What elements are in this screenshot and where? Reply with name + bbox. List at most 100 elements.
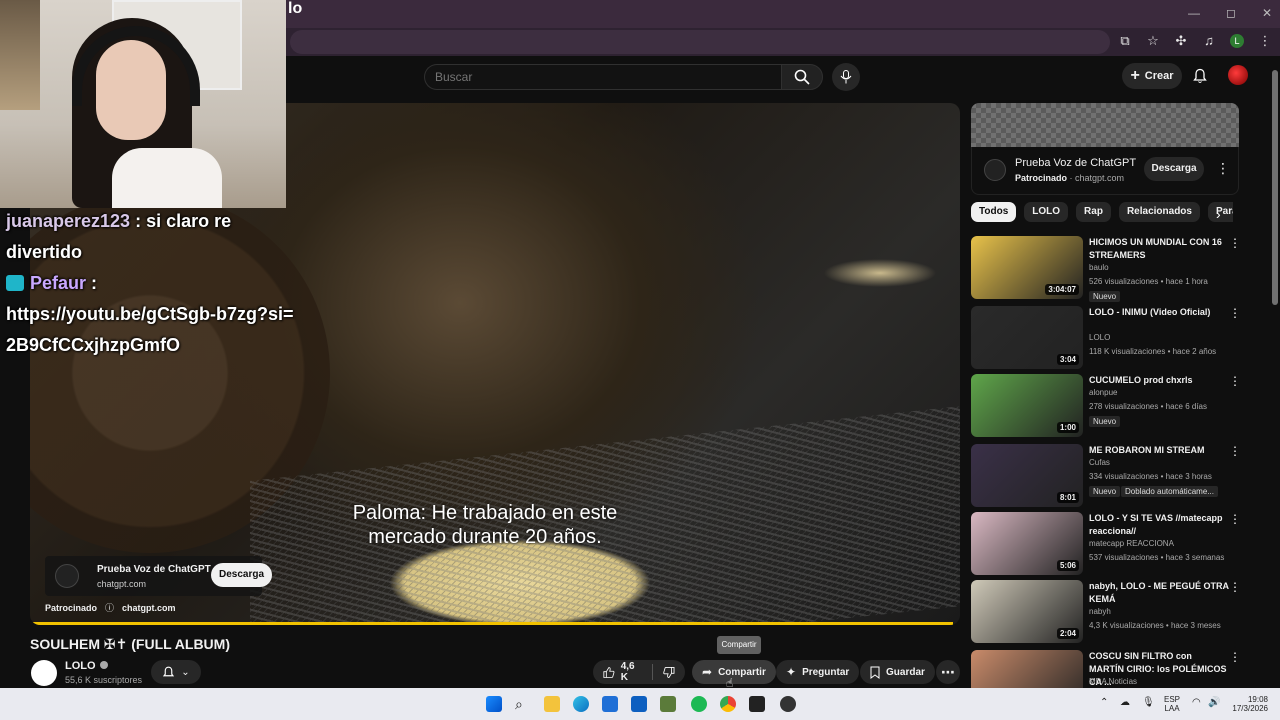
video-thumbnail[interactable]: 1:00 xyxy=(971,374,1083,437)
notifications-bell-icon[interactable] xyxy=(1192,68,1208,84)
video-progress-bar[interactable] xyxy=(30,622,954,625)
subscription-bell-button[interactable]: ⌄ xyxy=(151,660,201,684)
recommendation-item[interactable]: 1:00 CUCUMELO prod chxrls alonpue 278 visua… xyxy=(971,374,1241,438)
minecraft-icon[interactable] xyxy=(660,696,676,712)
chip-relacionados[interactable]: Relacionados xyxy=(1118,202,1200,222)
app-icon[interactable] xyxy=(780,696,796,712)
extensions-icon[interactable]: ✣ xyxy=(1174,34,1188,48)
search-input[interactable] xyxy=(424,64,782,90)
thumbs-down-icon[interactable] xyxy=(663,666,675,679)
recommendation-title[interactable]: nabyh, LOLO - ME PEGUÉ OTRA KEMÁ xyxy=(1089,580,1229,606)
sidebar-ad-info[interactable]: Prueba Voz de ChatGPT Patrocinado · chat… xyxy=(971,147,1239,195)
more-options-icon[interactable]: ⋮ xyxy=(1229,512,1241,526)
file-explorer-icon[interactable] xyxy=(544,696,560,712)
sparkle-icon: ✦ xyxy=(786,665,797,679)
channel-name[interactable]: LOLO xyxy=(65,660,108,672)
more-actions-button[interactable]: ⋯ xyxy=(936,660,960,684)
webcam-person-shirt xyxy=(112,148,222,208)
microphone-icon[interactable]: 🎙 xyxy=(1142,698,1155,708)
video-thumbnail[interactable]: 3:04 xyxy=(971,306,1083,369)
recommendation-item[interactable]: 3:04:07 HICIMOS UN MUNDIAL CON 16 STREAME… xyxy=(971,236,1241,302)
ad-footer-domain[interactable]: chatgpt.com xyxy=(122,603,176,613)
recommendation-item[interactable]: 3:04 LOLO - INIMU (Video Oficial) LOLO 118 … xyxy=(971,306,1241,370)
profile-avatar[interactable]: L xyxy=(1230,34,1244,48)
create-button[interactable]: + Crear xyxy=(1122,63,1182,89)
recommendation-channel[interactable]: baulo xyxy=(1089,263,1109,272)
tray-chevron-icon[interactable]: ⌃ xyxy=(1100,698,1108,708)
chip-todos[interactable]: Todos xyxy=(971,202,1017,222)
minimize-icon[interactable]: — xyxy=(1188,6,1200,20)
language-indicator[interactable]: ESP LAA xyxy=(1164,695,1180,713)
sidebar-ad-title: Prueba Voz de ChatGPT xyxy=(1015,157,1137,169)
recommendation-title[interactable]: ME ROBARON MI STREAM xyxy=(1089,444,1229,457)
wifi-icon[interactable]: ◠ xyxy=(1192,698,1201,708)
user-avatar[interactable] xyxy=(1228,65,1248,85)
webcam-wall-poster xyxy=(0,0,40,110)
video-thumbnail[interactable]: 8:01 xyxy=(971,444,1083,507)
store-icon[interactable] xyxy=(602,696,618,712)
new-badge: Nuevo xyxy=(1089,486,1121,497)
clock[interactable]: 19:08 17/3/2026 xyxy=(1228,695,1268,713)
outlook-icon[interactable] xyxy=(631,696,647,712)
video-thumbnail[interactable]: 3:04:07 xyxy=(971,236,1083,299)
ask-button[interactable]: ✦ Preguntar xyxy=(776,660,860,684)
recommendation-channel[interactable]: LOLO xyxy=(1089,333,1110,342)
recommendation-title[interactable]: CUCUMELO prod chxrls xyxy=(1089,374,1229,387)
more-options-icon[interactable]: ⋮ xyxy=(1229,236,1241,250)
recommendation-title[interactable]: LOLO - Y SI TE VAS //matecapp reacciona/… xyxy=(1089,512,1229,538)
search-icon[interactable]: ⌕ xyxy=(515,696,531,712)
recommendation-title[interactable]: HICIMOS UN MUNDIAL CON 16 STREAMERS xyxy=(1089,236,1229,262)
subtitle-line-1: Paloma: He trabajado en este xyxy=(352,502,618,524)
close-icon[interactable]: ✕ xyxy=(1262,6,1272,20)
maximize-icon[interactable]: ◻ xyxy=(1226,6,1236,20)
browser-toolbar-icons: ⧉ ☆ ✣ ♫ L ⋮ xyxy=(1118,34,1272,48)
sidebar-ad-download-button[interactable]: Descarga xyxy=(1144,157,1204,181)
terminal-icon[interactable] xyxy=(749,696,765,712)
chevron-right-icon[interactable]: › xyxy=(1216,206,1221,222)
recommendation-title[interactable]: LOLO - INIMU (Video Oficial) xyxy=(1089,306,1229,319)
scrollbar-thumb[interactable] xyxy=(1272,70,1278,305)
recommendation-channel[interactable]: nabyh xyxy=(1089,607,1111,616)
volume-icon[interactable]: 🔊 xyxy=(1208,698,1220,708)
address-bar[interactable] xyxy=(290,30,1110,54)
info-icon[interactable]: ⓘ xyxy=(105,601,114,614)
cast-icon[interactable]: ⧉ xyxy=(1118,34,1132,48)
like-button[interactable]: 4,6 K xyxy=(603,661,642,683)
recommendation-channel[interactable]: matecapp REACCIONA xyxy=(1089,539,1174,548)
chip-rap[interactable]: Rap xyxy=(1076,202,1111,222)
video-subtitles: Paloma: He trabajado en este mercado dur… xyxy=(30,501,960,549)
bookmark-star-icon[interactable]: ☆ xyxy=(1146,34,1160,48)
video-thumbnail[interactable]: 2:04 xyxy=(971,580,1083,643)
recommendation-channel[interactable]: alonpue xyxy=(1089,388,1117,397)
more-options-icon[interactable]: ⋮ xyxy=(1229,580,1241,594)
chat-message: juanaperez123 : si claro re divertido xyxy=(6,206,296,268)
media-controls-icon[interactable]: ♫ xyxy=(1202,34,1216,48)
spotify-icon[interactable] xyxy=(691,696,707,712)
channel-avatar[interactable] xyxy=(31,660,57,686)
new-badge: Nuevo xyxy=(1089,416,1121,427)
voice-search-button[interactable] xyxy=(832,63,860,91)
more-options-icon[interactable]: ⋮ xyxy=(1229,444,1241,458)
more-options-icon[interactable]: ⋮ xyxy=(1229,306,1241,320)
recommendation-item[interactable]: 2:04 nabyh, LOLO - ME PEGUÉ OTRA KEMÁ naby… xyxy=(971,580,1241,644)
player-ad-card[interactable]: Prueba Voz de ChatGPT chatgpt.com Descar… xyxy=(45,556,272,596)
chrome-icon[interactable] xyxy=(720,696,736,712)
ad-download-button[interactable]: Descarga xyxy=(211,563,272,587)
search-button[interactable] xyxy=(781,64,823,90)
video-thumbnail[interactable]: 5:06 xyxy=(971,512,1083,575)
recommendation-item[interactable]: 8:01 ME ROBARON MI STREAM Cufas 334 visuali… xyxy=(971,444,1241,508)
recommendation-channel[interactable]: Cufas xyxy=(1089,458,1110,467)
network-icon[interactable]: ☁ xyxy=(1120,698,1130,708)
chip-lolo[interactable]: LOLO xyxy=(1024,202,1069,222)
recommendation-item[interactable]: 5:06 LOLO - Y SI TE VAS //matecapp reacci… xyxy=(971,512,1241,576)
more-options-icon[interactable]: ⋮ xyxy=(1229,374,1241,388)
more-options-icon[interactable]: ⋮ xyxy=(1229,650,1241,664)
more-options-icon[interactable]: ⋮ xyxy=(1216,160,1230,177)
save-button[interactable]: Guardar xyxy=(860,660,935,684)
windows-start-icon[interactable] xyxy=(486,696,502,712)
recommendation-channel[interactable]: MDA Noticias xyxy=(1089,677,1137,686)
sidebar-ad-banner[interactable] xyxy=(971,103,1239,147)
windows-taskbar: ⌕ ⌃ ☁ 🎙 ESP LAA ◠ 🔊 19:08 17/3/2026 xyxy=(0,688,1280,720)
edge-icon[interactable] xyxy=(573,696,589,712)
browser-menu-icon[interactable]: ⋮ xyxy=(1258,34,1272,48)
